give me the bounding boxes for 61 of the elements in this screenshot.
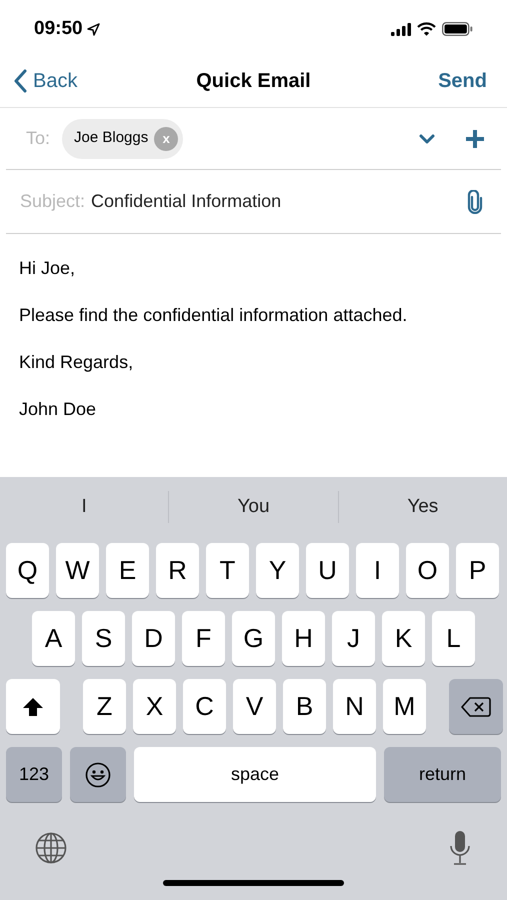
numbers-key[interactable]: 123 — [6, 747, 62, 802]
body-text: John Doe — [19, 398, 98, 421]
suggestion[interactable]: I — [0, 492, 168, 522]
key[interactable]: D — [132, 611, 175, 666]
key[interactable]: E — [106, 543, 149, 598]
screen-title: Quick Email — [196, 68, 311, 94]
subject-label: Subject: — [20, 190, 86, 213]
globe-icon[interactable] — [35, 832, 67, 864]
key[interactable]: Q — [6, 543, 49, 598]
smiley-icon — [85, 762, 111, 788]
body-text: Hi Joe, — [19, 257, 76, 280]
key[interactable]: O — [406, 543, 449, 598]
status-time: 09:50 — [34, 16, 83, 41]
key[interactable]: Z — [83, 679, 126, 734]
shift-key[interactable] — [6, 679, 60, 734]
key[interactable]: K — [382, 611, 425, 666]
to-label: To: — [26, 127, 50, 150]
key[interactable]: I — [356, 543, 399, 598]
recipient-name: Joe Bloggs — [74, 128, 148, 148]
signal-icon — [391, 22, 411, 36]
key[interactable]: L — [432, 611, 475, 666]
key[interactable]: C — [183, 679, 226, 734]
key[interactable]: B — [283, 679, 326, 734]
chevron-down-icon[interactable] — [419, 134, 435, 144]
return-key[interactable]: return — [384, 747, 501, 802]
battery-icon — [442, 22, 473, 36]
key[interactable]: V — [233, 679, 276, 734]
chevron-left-icon — [14, 68, 27, 92]
key[interactable]: R — [156, 543, 199, 598]
subject-field[interactable]: Confidential Information — [91, 188, 467, 215]
delete-icon — [461, 696, 491, 718]
wifi-icon — [417, 22, 436, 36]
shift-icon — [22, 696, 44, 716]
back-button[interactable]: Back — [14, 66, 78, 96]
suggestion[interactable]: Yes — [338, 492, 507, 522]
key[interactable]: X — [133, 679, 176, 734]
recipient-chip[interactable]: Joe Bloggs x — [62, 118, 184, 158]
body-text: Please find the confidential information attached. — [19, 304, 408, 327]
emoji-key[interactable] — [70, 747, 126, 802]
key[interactable]: A — [32, 611, 75, 666]
plus-icon[interactable] — [465, 128, 485, 148]
key[interactable]: U — [306, 543, 349, 598]
paperclip-icon[interactable] — [467, 190, 483, 214]
key[interactable]: M — [383, 679, 426, 734]
key[interactable]: P — [456, 543, 499, 598]
key[interactable]: H — [282, 611, 325, 666]
key[interactable]: Y — [256, 543, 299, 598]
body-text: Kind Regards, — [19, 351, 134, 374]
key[interactable]: N — [333, 679, 376, 734]
key[interactable]: G — [232, 611, 275, 666]
location-arrow-icon — [86, 22, 100, 36]
suggestion[interactable]: You — [169, 492, 338, 522]
key[interactable]: S — [82, 611, 125, 666]
key[interactable]: W — [56, 543, 99, 598]
key[interactable]: F — [182, 611, 225, 666]
send-button[interactable]: Send — [438, 66, 493, 96]
microphone-icon[interactable] — [448, 830, 472, 866]
key[interactable]: T — [206, 543, 249, 598]
key[interactable]: J — [332, 611, 375, 666]
space-key[interactable]: space — [134, 747, 376, 802]
delete-key[interactable] — [449, 679, 503, 734]
